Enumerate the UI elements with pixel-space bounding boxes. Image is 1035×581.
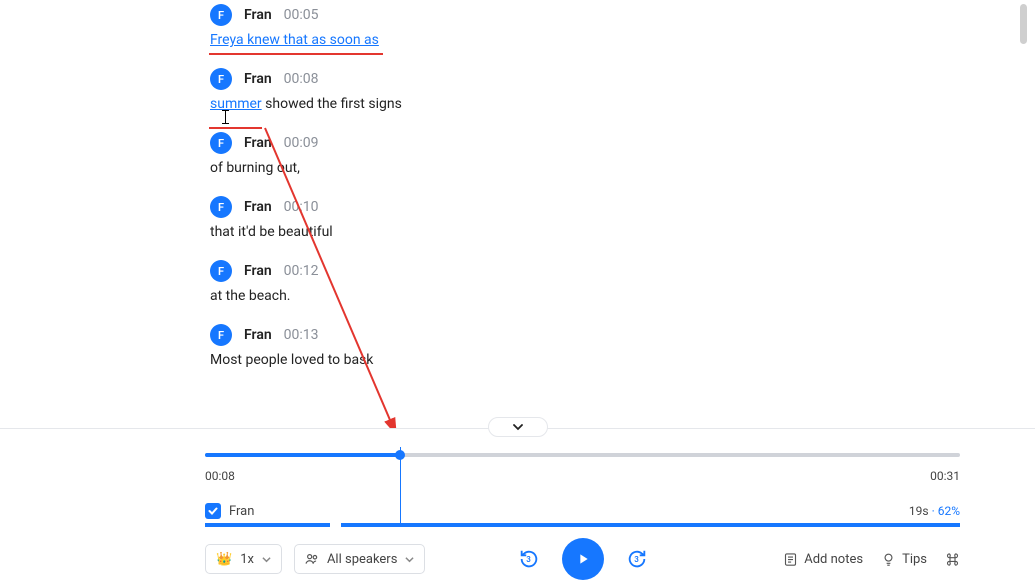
speaker-row[interactable]: Fran 19s · 62% (205, 497, 960, 525)
right-controls: Add notes Tips (783, 552, 960, 567)
chevron-down-icon (262, 555, 271, 564)
speaker-name: Fran (244, 71, 272, 87)
remaining-text: showed the first signs (262, 96, 402, 112)
transcript-line[interactable]: summer showed the first signs (210, 96, 950, 112)
avatar: F (210, 4, 232, 26)
speaker-segment-track (205, 523, 960, 527)
transcript-line[interactable]: of burning out, (210, 160, 950, 176)
play-icon (575, 551, 591, 567)
total-time: 00:31 (930, 469, 960, 483)
timeline-progress (205, 453, 400, 457)
transcript-line[interactable]: Most people loved to bask (210, 352, 950, 368)
timestamp: 00:12 (284, 263, 319, 279)
chevron-down-icon (405, 555, 414, 564)
avatar: F (210, 196, 232, 218)
speaker-segment (205, 523, 330, 527)
command-icon (945, 552, 960, 567)
add-notes-button[interactable]: Add notes (783, 552, 863, 567)
transcript-block[interactable]: F Fran 00:08 summer showed the first sig… (210, 68, 950, 112)
transcript-block[interactable]: F Fran 00:10 that it'd be beautiful (210, 196, 950, 240)
add-notes-label: Add notes (804, 552, 863, 567)
annotation-underline (209, 53, 383, 55)
avatar: F (210, 132, 232, 154)
skip-seconds-label: 3 (634, 555, 639, 564)
speaker-name: Fran (244, 199, 272, 215)
speaker-name: Fran (244, 327, 272, 343)
controls-row: 👑 1x All speakers 3 3 (205, 541, 960, 577)
avatar: F (210, 260, 232, 282)
transcript-line[interactable]: that it'd be beautiful (210, 224, 950, 240)
speaker-name: Fran (244, 7, 272, 23)
speakers-label: All speakers (327, 552, 397, 567)
speaker-row-name: Fran (229, 504, 254, 519)
play-button[interactable] (562, 538, 604, 580)
speaker-name: Fran (244, 135, 272, 151)
skip-back-button[interactable]: 3 (518, 548, 540, 570)
check-icon (208, 506, 218, 516)
text-cursor-icon (225, 110, 226, 124)
chevron-down-icon (513, 422, 523, 432)
transcript-line[interactable]: at the beach. (210, 288, 950, 304)
transcript-pane: F Fran 00:05 Freya knew that as soon as … (0, 0, 1035, 428)
timestamp: 00:09 (284, 135, 319, 151)
skip-seconds-label: 3 (526, 555, 531, 564)
speaker-percent: 62% (938, 504, 960, 518)
tips-label: Tips (902, 552, 927, 567)
speaker-checkbox[interactable] (205, 503, 221, 519)
timestamp: 00:05 (284, 7, 319, 23)
avatar: F (210, 68, 232, 90)
transcript-block[interactable]: F Fran 00:05 Freya knew that as soon as (210, 4, 950, 48)
tips-button[interactable]: Tips (881, 552, 927, 567)
collapse-toggle[interactable] (488, 417, 548, 437)
people-icon (305, 552, 319, 566)
speaker-name: Fran (244, 263, 272, 279)
current-time: 00:08 (205, 469, 235, 483)
avatar: F (210, 324, 232, 346)
transcript-block[interactable]: F Fran 00:09 of burning out, (210, 132, 950, 176)
timestamp: 00:10 (284, 199, 319, 215)
playback-controls: 3 3 (518, 538, 648, 580)
transcript-block[interactable]: F Fran 00:12 at the beach. (210, 260, 950, 304)
keyboard-shortcuts-button[interactable] (945, 552, 960, 567)
crown-icon: 👑 (216, 552, 232, 567)
speaker-segment (341, 523, 960, 527)
speed-label: 1x (240, 552, 254, 567)
timestamp: 00:08 (284, 71, 319, 87)
lightbulb-icon (881, 552, 896, 567)
timestamp: 00:13 (284, 327, 319, 343)
transcript-line[interactable]: Freya knew that as soon as (210, 32, 950, 48)
note-icon (783, 552, 798, 567)
played-word: summer (210, 96, 262, 112)
annotation-underline (209, 127, 262, 129)
skip-forward-button[interactable]: 3 (626, 548, 648, 570)
transcript-block[interactable]: F Fran 00:13 Most people loved to bask (210, 324, 950, 368)
speaker-duration: 19s (909, 504, 929, 518)
player-footer: 00:08 00:31 Fran 19s · 62% 👑 1x (0, 428, 1035, 581)
scrollbar-thumb[interactable] (1020, 4, 1027, 44)
playback-speed-selector[interactable]: 👑 1x (205, 544, 282, 574)
speakers-selector[interactable]: All speakers (294, 544, 425, 574)
